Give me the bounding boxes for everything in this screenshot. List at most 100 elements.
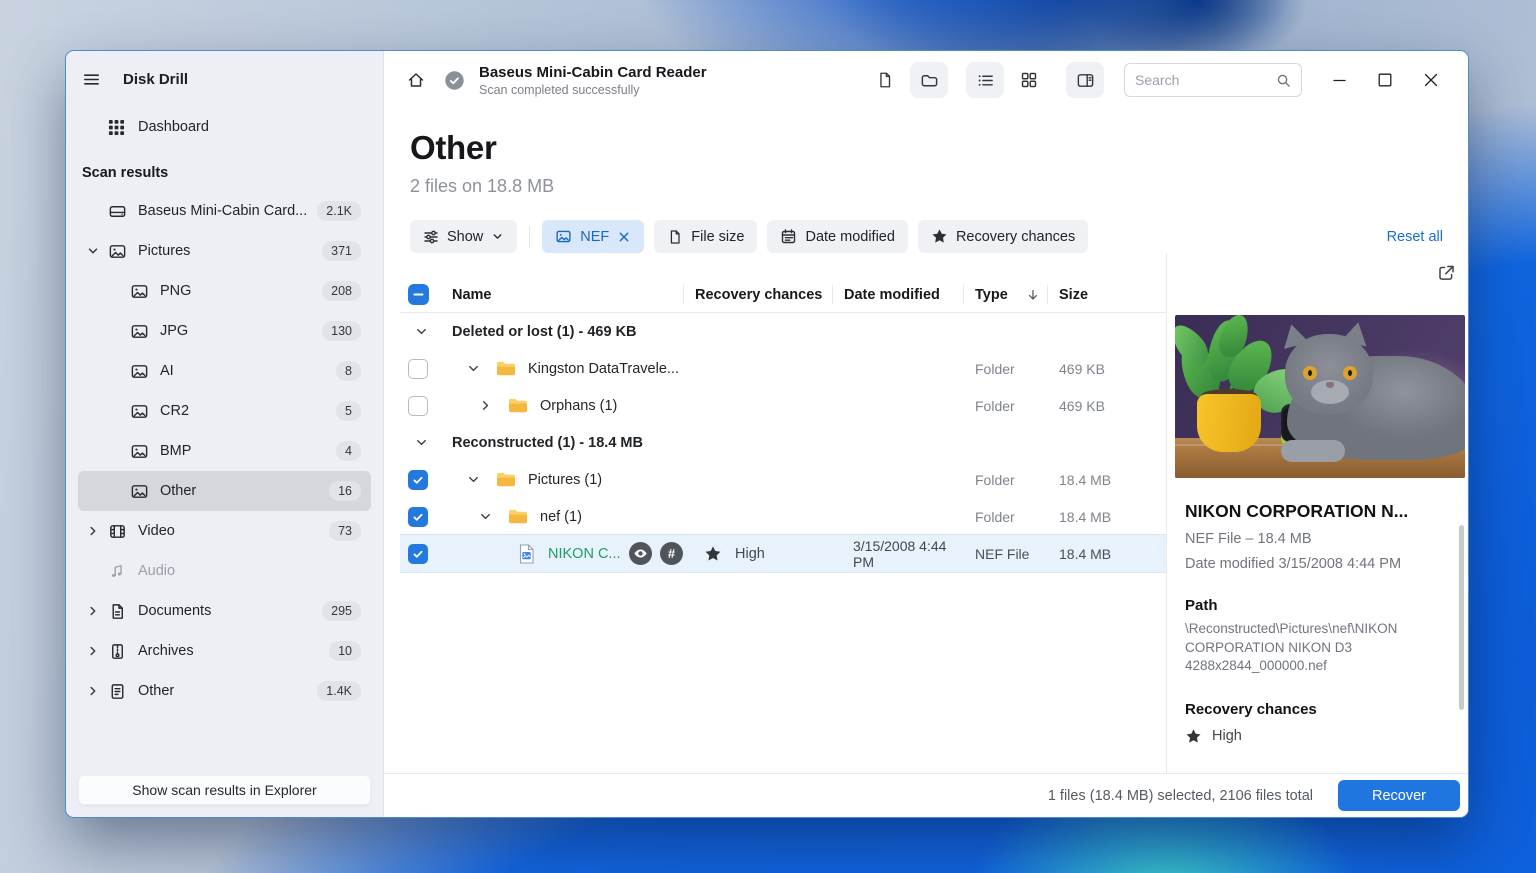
nef-filter-chip[interactable]: NEF	[542, 220, 644, 253]
reset-all-link[interactable]: Reset all	[1387, 229, 1443, 245]
row-checkbox[interactable]	[408, 470, 428, 490]
column-header-type[interactable]: Type	[963, 277, 1047, 312]
chevron-down-icon[interactable]	[414, 435, 444, 450]
sidebar-item-bmp[interactable]: BMP 4	[78, 431, 371, 471]
recovery-chances-label: Recovery chances	[1185, 701, 1450, 718]
count-badge: 371	[322, 241, 361, 261]
table-row-kingston[interactable]: Kingston DataTravele... Folder 469 KB	[400, 350, 1166, 387]
count-badge: 295	[322, 601, 361, 621]
column-header-recovery[interactable]: Recovery chances	[683, 277, 832, 312]
grid-view-button[interactable]	[1010, 62, 1048, 98]
group-row-deleted[interactable]: Deleted or lost (1) - 469 KB	[400, 313, 1166, 350]
chevron-right-icon[interactable]	[478, 398, 496, 413]
sidebar-item-pictures[interactable]: Pictures 371	[78, 231, 371, 271]
preview-eye-icon[interactable]	[629, 542, 652, 565]
document-icon	[108, 602, 138, 621]
scan-complete-check-icon	[444, 70, 465, 91]
preview-image[interactable]	[1175, 315, 1465, 478]
preview-file-title: NIKON CORPORATION N...	[1185, 501, 1450, 522]
column-header-date[interactable]: Date modified	[832, 277, 963, 312]
type-value: Folder	[963, 509, 1047, 525]
sidebar-item-video[interactable]: Video 73	[78, 511, 371, 551]
sidebar-header: Disk Drill	[66, 51, 383, 107]
star-icon	[931, 228, 948, 245]
sidebar-item-png[interactable]: PNG 208	[78, 271, 371, 311]
sidebar-item-ai[interactable]: AI 8	[78, 351, 371, 391]
count-badge: 16	[329, 481, 361, 501]
show-in-explorer-button[interactable]: Show scan results in Explorer	[78, 775, 371, 805]
preview-file-meta: NEF File – 18.4 MB	[1185, 531, 1450, 547]
maximize-button[interactable]	[1362, 60, 1408, 100]
hamburger-menu-icon[interactable]	[82, 70, 101, 89]
sidebar-item-other-pictures[interactable]: Other 16	[78, 471, 371, 511]
sidebar-item-label: JPG	[160, 323, 322, 339]
minimize-button[interactable]	[1316, 60, 1362, 100]
row-checkbox[interactable]	[408, 507, 428, 527]
sidebar-item-jpg[interactable]: JPG 130	[78, 311, 371, 351]
selection-status-text: 1 files (18.4 MB) selected, 2106 files t…	[1048, 788, 1313, 804]
show-filter-label: Show	[447, 229, 483, 245]
group-row-reconstructed[interactable]: Reconstructed (1) - 18.4 MB	[400, 424, 1166, 461]
file-name: nef (1)	[540, 509, 582, 525]
sidebar-item-label: Dashboard	[138, 119, 361, 135]
table-row-nikon-file[interactable]: NIKON C... # High 3/15/	[400, 535, 1166, 572]
chevron-right-icon[interactable]	[86, 524, 108, 538]
sidebar-item-dashboard[interactable]: Dashboard	[78, 107, 371, 147]
sidebar: Disk Drill Dashboard Scan results Baseus…	[66, 51, 384, 817]
side-panel-icon	[1076, 71, 1095, 90]
count-badge: 208	[322, 281, 361, 301]
column-header-size[interactable]: Size	[1047, 277, 1166, 312]
chevron-down-icon[interactable]	[414, 324, 444, 339]
chevron-right-icon[interactable]	[86, 684, 108, 698]
table-row-nef[interactable]: nef (1) Folder 18.4 MB	[400, 498, 1166, 535]
chevron-down-icon[interactable]	[86, 244, 108, 258]
open-external-icon[interactable]	[1436, 263, 1456, 283]
date-modified-filter-button[interactable]: Date modified	[767, 220, 907, 253]
sidebar-item-other-files[interactable]: Other 1.4K	[78, 671, 371, 711]
device-title-block: Baseus Mini-Cabin Card Reader Scan compl…	[479, 64, 707, 97]
close-button[interactable]	[1408, 60, 1454, 100]
chevron-right-icon[interactable]	[86, 604, 108, 618]
sidebar-item-device[interactable]: Baseus Mini-Cabin Card... 2.1K	[78, 191, 371, 231]
file-size-filter-button[interactable]: File size	[654, 220, 757, 253]
recovery-star-icon	[704, 545, 722, 563]
show-filter-button[interactable]: Show	[410, 220, 517, 253]
table-row-pictures[interactable]: Pictures (1) Folder 18.4 MB	[400, 461, 1166, 498]
recovery-chances-value: High	[1212, 728, 1242, 744]
folder-icon	[920, 71, 939, 90]
recover-button[interactable]: Recover	[1338, 780, 1460, 811]
chevron-right-icon[interactable]	[86, 644, 108, 658]
chevron-down-icon[interactable]	[478, 509, 496, 524]
row-checkbox[interactable]	[408, 359, 428, 379]
open-folder-button[interactable]	[910, 62, 948, 98]
file-name: Orphans (1)	[540, 398, 617, 414]
filter-bar: Show NEF	[410, 220, 1443, 253]
preview-panel-toggle-button[interactable]	[1066, 62, 1104, 98]
column-header-name[interactable]: Name	[444, 277, 683, 312]
chip-close-icon[interactable]	[617, 230, 631, 244]
row-checkbox[interactable]	[408, 544, 428, 564]
preview-cat-eye	[1343, 366, 1357, 380]
sidebar-item-cr2[interactable]: CR2 5	[78, 391, 371, 431]
list-view-button[interactable]	[966, 62, 1004, 98]
count-badge: 1.4K	[317, 681, 361, 701]
chevron-down-icon[interactable]	[466, 472, 484, 487]
select-all-checkbox[interactable]	[408, 284, 429, 305]
sidebar-item-documents[interactable]: Documents 295	[78, 591, 371, 631]
search-box[interactable]	[1124, 63, 1302, 97]
table-row-orphans[interactable]: Orphans (1) Folder 469 KB	[400, 387, 1166, 424]
archive-icon	[108, 642, 138, 661]
home-icon[interactable]	[406, 70, 436, 90]
picture-icon	[130, 482, 160, 501]
sidebar-item-archives[interactable]: Archives 10	[78, 631, 371, 671]
folder-icon	[508, 508, 528, 525]
row-checkbox[interactable]	[408, 396, 428, 416]
chevron-down-icon[interactable]	[466, 361, 484, 376]
list-view-icon	[976, 71, 995, 90]
search-input[interactable]	[1135, 72, 1276, 88]
recovery-chances-filter-button[interactable]: Recovery chances	[918, 220, 1088, 253]
hex-view-icon[interactable]: #	[660, 542, 683, 565]
new-session-button[interactable]	[866, 62, 904, 98]
panel-scrollbar[interactable]	[1459, 525, 1464, 710]
sidebar-item-label: PNG	[160, 283, 322, 299]
